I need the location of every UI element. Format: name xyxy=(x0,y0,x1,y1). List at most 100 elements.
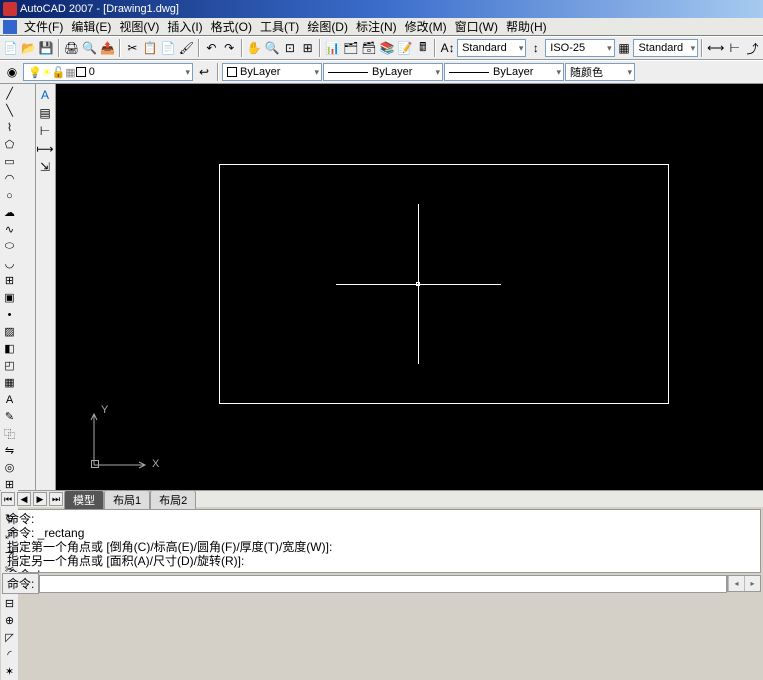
dim-attach-icon[interactable]: ⊢ xyxy=(36,122,54,140)
linetype-value: ByLayer xyxy=(372,66,412,78)
dim-style-combo[interactable]: ISO-25 xyxy=(545,39,614,57)
tab-next-icon[interactable]: ▶ xyxy=(33,492,47,506)
properties-icon[interactable]: 📊 xyxy=(324,38,341,58)
zoom-realtime-icon[interactable]: 🔍 xyxy=(264,38,281,58)
textstyle-icon[interactable]: A↕ xyxy=(439,38,456,58)
block-icon[interactable]: ▣ xyxy=(1,289,18,306)
line-icon[interactable]: ╱ xyxy=(1,85,18,102)
chamfer-icon[interactable]: ◸ xyxy=(1,629,18,646)
tab-layout1[interactable]: 布局1 xyxy=(104,490,150,509)
pline-icon[interactable]: ⌇ xyxy=(1,119,18,136)
dim-linear-icon[interactable]: ⟷ xyxy=(706,38,725,58)
dimstyle-icon[interactable]: ↕ xyxy=(527,38,544,58)
menu-tools[interactable]: 工具(T) xyxy=(256,17,303,36)
menu-edit[interactable]: 编辑(E) xyxy=(67,17,115,36)
tab-layout2[interactable]: 布局2 xyxy=(150,490,196,509)
dim-continue-icon[interactable]: ⊢ xyxy=(726,38,743,58)
tab-last-icon[interactable]: ⏭ xyxy=(49,492,63,506)
zoom-window-icon[interactable]: ⊡ xyxy=(281,38,298,58)
lineweight-combo[interactable]: ByLayer xyxy=(444,63,564,81)
offset-icon[interactable]: ◎ xyxy=(1,459,18,476)
point-icon[interactable]: • xyxy=(1,306,18,323)
standard-toolbar: 📄 📂 💾 🖨 🔍 📤 ✂ 📋 📄 🖌 ↶ ↷ ✋ 🔍 ⊡ ⊞ 📊 🗂 🗃 📚 … xyxy=(0,36,763,60)
fillet-icon[interactable]: ◜ xyxy=(1,646,18,663)
spline-icon[interactable]: ∿ xyxy=(1,221,18,238)
tab-prev-icon[interactable]: ◀ xyxy=(17,492,31,506)
dcenter-icon[interactable]: 🗂 xyxy=(342,38,359,58)
break-icon[interactable]: ⊟ xyxy=(1,595,18,612)
document-icon[interactable] xyxy=(3,20,17,34)
zoom-previous-icon[interactable]: ⊞ xyxy=(299,38,316,58)
layermgr-icon[interactable]: ◉ xyxy=(2,62,22,82)
command-input[interactable] xyxy=(39,575,727,593)
rectangle-icon[interactable]: ▭ xyxy=(1,153,18,170)
insert-icon[interactable]: ⊞ xyxy=(1,272,18,289)
menu-modify[interactable]: 修改(M) xyxy=(401,17,451,36)
ellipse-icon[interactable]: ⬭ xyxy=(1,238,18,255)
hatch2-icon[interactable]: ▤ xyxy=(36,104,54,122)
plotstyle-combo[interactable]: 随颜色 xyxy=(565,63,635,81)
join-icon[interactable]: ⊕ xyxy=(1,612,18,629)
plot-icon[interactable]: 🖨 xyxy=(63,38,80,58)
text-style-combo[interactable]: Standard xyxy=(457,39,526,57)
table-icon[interactable]: ▦ xyxy=(1,374,18,391)
linetype-combo[interactable]: ByLayer xyxy=(323,63,443,81)
text-style-value: Standard xyxy=(462,42,507,54)
pan-icon[interactable]: ✋ xyxy=(246,38,263,58)
preview-icon[interactable]: 🔍 xyxy=(81,38,98,58)
revcloud-icon[interactable]: ☁ xyxy=(1,204,18,221)
table-style-combo[interactable]: Standard xyxy=(633,39,698,57)
menu-format[interactable]: 格式(O) xyxy=(207,17,256,36)
publish-icon[interactable]: 📤 xyxy=(99,38,116,58)
markup-icon[interactable]: 📝 xyxy=(396,38,413,58)
new-icon[interactable]: 📄 xyxy=(2,38,19,58)
ssm-icon[interactable]: 📚 xyxy=(379,38,396,58)
dim-style-edit-icon[interactable]: ⇲ xyxy=(36,158,54,176)
copy-icon[interactable]: 📋 xyxy=(142,38,159,58)
mirror-icon[interactable]: ⇋ xyxy=(1,442,18,459)
open-icon[interactable]: 📂 xyxy=(20,38,37,58)
circle-icon[interactable]: ○ xyxy=(1,187,18,204)
arc-icon[interactable]: ◠ xyxy=(1,170,18,187)
menu-window[interactable]: 窗口(W) xyxy=(451,17,502,36)
redo-icon[interactable]: ↷ xyxy=(221,38,238,58)
layer-prev-icon[interactable]: ↩ xyxy=(194,62,214,82)
ellipsearc-icon[interactable]: ◡ xyxy=(1,255,18,272)
mtext-icon[interactable]: A xyxy=(1,391,18,408)
dtext-icon[interactable]: A xyxy=(36,86,54,104)
erase-icon[interactable]: ✎ xyxy=(1,408,18,425)
save-icon[interactable]: 💾 xyxy=(38,38,55,58)
dim-qdim-icon[interactable]: ⤴ xyxy=(744,38,761,58)
tablestyle-icon[interactable]: ▦ xyxy=(616,38,633,58)
polygon-icon[interactable]: ⬠ xyxy=(1,136,18,153)
undo-icon[interactable]: ↶ xyxy=(203,38,220,58)
drawing-area[interactable]: Y X xyxy=(56,84,763,490)
explode-icon[interactable]: ✶ xyxy=(1,663,18,680)
matchprops-icon[interactable]: 🖌 xyxy=(178,38,195,58)
menu-file[interactable]: 文件(F) xyxy=(20,17,67,36)
paste-icon[interactable]: 📄 xyxy=(160,38,177,58)
app-icon xyxy=(3,2,17,16)
qcalc-icon[interactable]: 🖩 xyxy=(414,38,431,58)
toolpalettes-icon[interactable]: 🗃 xyxy=(360,38,377,58)
command-prompt: 命令: xyxy=(2,573,39,594)
menu-help[interactable]: 帮助(H) xyxy=(502,17,551,36)
cmd-scroll-buttons[interactable]: ◂▸ xyxy=(727,575,761,592)
gradient-icon[interactable]: ◧ xyxy=(1,340,18,357)
layout-tab-bar: ⏮ ◀ ▶ ⏭ 模型 布局1 布局2 xyxy=(0,490,763,507)
cut-icon[interactable]: ✂ xyxy=(124,38,141,58)
menu-draw[interactable]: 绘图(D) xyxy=(303,17,352,36)
region-icon[interactable]: ◰ xyxy=(1,357,18,374)
copy-obj-icon[interactable]: ⿻ xyxy=(1,425,18,442)
dim-reassoc-icon[interactable]: ⟼ xyxy=(36,140,54,158)
menu-dim[interactable]: 标注(N) xyxy=(352,17,401,36)
menu-insert[interactable]: 插入(I) xyxy=(163,17,206,36)
array-icon[interactable]: ⊞ xyxy=(1,476,18,493)
tab-first-icon[interactable]: ⏮ xyxy=(1,492,15,506)
tab-model[interactable]: 模型 xyxy=(64,490,104,509)
menu-view[interactable]: 视图(V) xyxy=(115,17,163,36)
layer-combo[interactable]: 💡☀🔓▦ 0 xyxy=(23,63,193,81)
color-combo[interactable]: ByLayer xyxy=(222,63,322,81)
xline-icon[interactable]: ╲ xyxy=(1,102,18,119)
hatch-icon[interactable]: ▨ xyxy=(1,323,18,340)
